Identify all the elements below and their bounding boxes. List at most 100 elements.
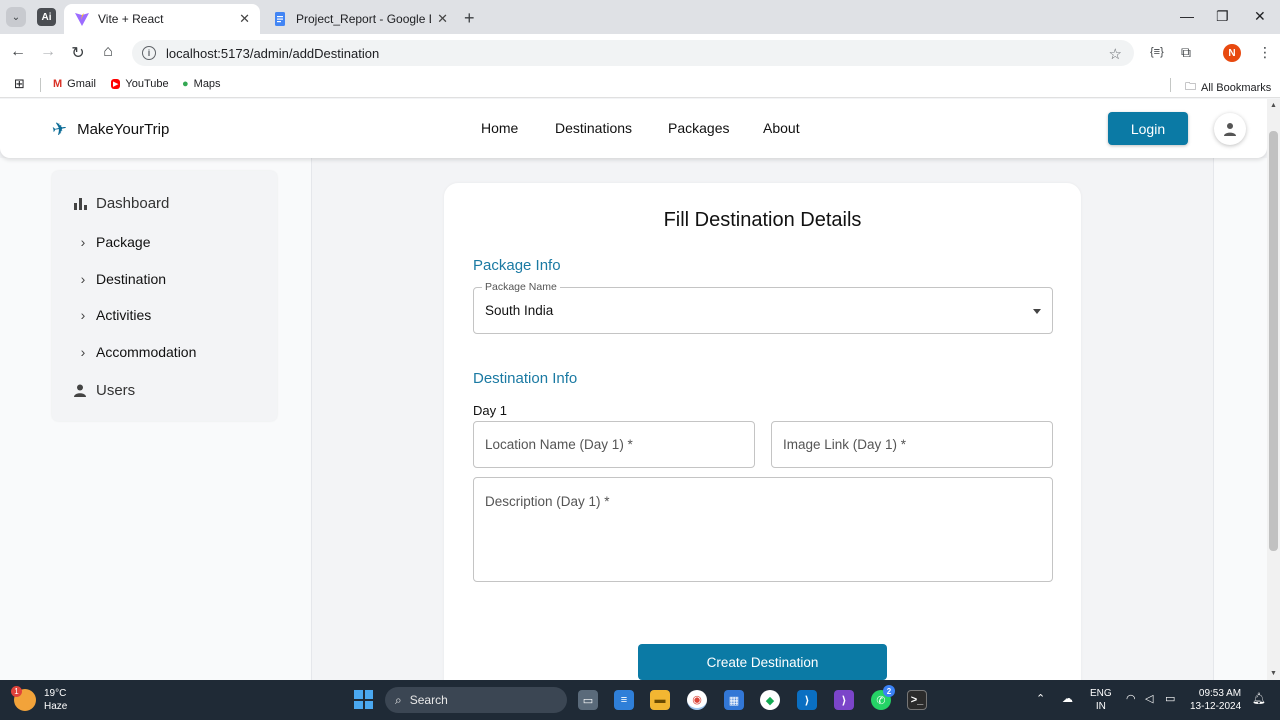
reload-icon[interactable]: ↻ bbox=[68, 43, 88, 63]
vscode-icon[interactable]: ⟩ bbox=[797, 690, 817, 710]
taskbar-search[interactable]: ⌕ Search bbox=[385, 687, 567, 713]
mongodb-compass-icon[interactable]: ◆ bbox=[760, 690, 780, 710]
day-label: Day 1 bbox=[473, 403, 507, 418]
tab-vite-react[interactable]: Vite + React ✕ bbox=[64, 4, 260, 34]
maximize-icon[interactable]: ❐ bbox=[1216, 8, 1229, 25]
package-name-label: Package Name bbox=[482, 281, 560, 293]
airplane-icon: ✈ bbox=[50, 117, 69, 141]
brand-name: MakeYourTrip bbox=[77, 121, 170, 138]
sidebar-item-dashboard[interactable]: Dashboard bbox=[72, 195, 169, 212]
scroll-down-icon[interactable]: ▼ bbox=[1270, 670, 1277, 677]
nav-about[interactable]: About bbox=[763, 120, 800, 136]
location-name-input[interactable]: Location Name (Day 1) * bbox=[473, 421, 755, 468]
tab-search-chevron-icon[interactable]: ⌄ bbox=[6, 7, 26, 27]
clock-time: 09:53 AM bbox=[1198, 688, 1242, 699]
sidebar-item-users[interactable]: Users bbox=[72, 382, 135, 399]
google-docs-icon bbox=[275, 12, 285, 26]
forward-arrow-icon[interactable]: → bbox=[38, 43, 58, 61]
scroll-up-icon[interactable]: ▲ bbox=[1270, 102, 1277, 109]
nav-home[interactable]: Home bbox=[481, 120, 518, 136]
login-button[interactable]: Login bbox=[1108, 112, 1188, 145]
minimize-icon[interactable]: — bbox=[1180, 8, 1194, 24]
user-avatar-button[interactable] bbox=[1214, 113, 1246, 145]
site-info-icon[interactable]: i bbox=[142, 46, 156, 60]
clock-date: 13-12-2024 bbox=[1190, 701, 1242, 712]
terminal-icon[interactable]: >_ bbox=[907, 690, 927, 710]
tab-google-docs[interactable]: Project_Report - Google Docs ✕ bbox=[262, 4, 458, 34]
browser-menu-icon[interactable]: ⋮ bbox=[1258, 44, 1272, 61]
chevron-right-icon: › bbox=[80, 234, 86, 250]
new-tab-plus-icon[interactable]: + bbox=[464, 8, 475, 29]
bookmark-separator bbox=[40, 78, 41, 92]
destination-form-card: Fill Destination Details Package Info Pa… bbox=[444, 183, 1081, 680]
description-textarea[interactable]: Description (Day 1) * bbox=[473, 477, 1053, 582]
form-title: Fill Destination Details bbox=[663, 209, 862, 231]
package-info-heading: Package Info bbox=[473, 257, 561, 274]
tab-title: Project_Report - Google Docs bbox=[296, 12, 431, 26]
tab-close-icon[interactable]: ✕ bbox=[239, 11, 250, 27]
microsoft-store-icon[interactable]: ▦ bbox=[724, 690, 744, 710]
all-bookmarks-label: All Bookmarks bbox=[1201, 81, 1272, 94]
system-clock[interactable]: 09:53 AM 13-12-2024 bbox=[1190, 687, 1241, 713]
whatsapp-icon[interactable]: 2 ✆ bbox=[871, 685, 895, 710]
extensions-puzzle-icon[interactable]: ⧉ bbox=[1181, 44, 1191, 61]
address-bar[interactable]: i localhost:5173/admin/addDestination ☆ bbox=[132, 40, 1134, 66]
sidebar-item-package[interactable]: › Package bbox=[78, 234, 151, 250]
visual-studio-icon[interactable]: ⟩ bbox=[834, 690, 854, 710]
file-explorer-icon[interactable]: ▬ bbox=[650, 690, 670, 710]
gmail-icon: M bbox=[53, 78, 63, 90]
home-icon[interactable]: ⌂ bbox=[98, 43, 118, 61]
weather-widget[interactable]: 1 19°C Haze bbox=[11, 686, 67, 713]
windows-start-icon[interactable] bbox=[354, 690, 373, 709]
person-icon bbox=[72, 384, 88, 397]
sidebar-item-destination[interactable]: › Destination bbox=[78, 271, 166, 287]
ai-tab-icon[interactable]: Ai bbox=[37, 8, 56, 26]
weather-badge: 1 bbox=[11, 686, 22, 697]
bookmark-gmail[interactable]: M Gmail bbox=[53, 78, 96, 90]
profile-avatar[interactable]: N bbox=[1223, 44, 1241, 62]
windows-taskbar: 1 19°C Haze ⌕ Search ▭ ≡ ▬ ◉ ▦ ◆ ⟩ ⟩ 2 ✆… bbox=[0, 680, 1280, 720]
notepad-icon[interactable]: ≡ bbox=[614, 690, 634, 710]
tray-chevron-up-icon[interactable]: ⌃ bbox=[1036, 692, 1045, 705]
task-view-icon[interactable]: ▭ bbox=[578, 690, 598, 710]
back-arrow-icon[interactable]: ← bbox=[8, 43, 28, 61]
close-window-icon[interactable]: ✕ bbox=[1254, 8, 1266, 25]
notification-bell-icon[interactable]: 🔔︎ bbox=[1252, 692, 1266, 705]
bookmark-separator bbox=[1170, 78, 1171, 92]
extension-braces-icon[interactable]: {≡} bbox=[1150, 46, 1164, 58]
language-indicator[interactable]: ENG IN bbox=[1090, 687, 1112, 713]
browser-toolbar: ← → ↻ ⌂ i localhost:5173/admin/addDestin… bbox=[0, 34, 1280, 72]
wifi-icon[interactable]: ◠ bbox=[1126, 692, 1136, 705]
brand-logo[interactable]: ✈ MakeYourTrip bbox=[50, 117, 170, 141]
sidebar-item-activities[interactable]: › Activities bbox=[78, 307, 152, 323]
language-code: ENG bbox=[1090, 688, 1112, 699]
page-scrollbar[interactable]: ▲ ▼ bbox=[1267, 99, 1280, 680]
battery-icon[interactable]: ▭ bbox=[1165, 692, 1175, 705]
taskbar-search-label: Search bbox=[409, 693, 448, 707]
all-bookmarks[interactable]: 🗀 All Bookmarks bbox=[1185, 78, 1271, 97]
volume-icon[interactable]: ◁ bbox=[1145, 692, 1153, 705]
sidebar-item-label: Activities bbox=[96, 307, 152, 323]
page-viewport: ✈ MakeYourTrip Home Destinations Package… bbox=[0, 99, 1267, 680]
right-gutter bbox=[1214, 158, 1267, 680]
image-link-input[interactable]: Image Link (Day 1) * bbox=[771, 421, 1053, 468]
vite-logo-icon bbox=[75, 13, 89, 26]
create-destination-button[interactable]: Create Destination bbox=[638, 644, 887, 680]
apps-grid-icon[interactable]: ⊞ bbox=[14, 76, 25, 92]
bookmark-label: Maps bbox=[193, 78, 221, 90]
bookmark-youtube[interactable]: ▶ YouTube bbox=[111, 78, 169, 90]
sidebar-item-accommodation[interactable]: › Accommodation bbox=[78, 344, 197, 360]
whatsapp-badge: 2 bbox=[883, 685, 895, 697]
package-name-select[interactable]: Package Name South India bbox=[473, 281, 1053, 334]
destination-info-heading: Destination Info bbox=[473, 370, 578, 387]
browser-tab-strip: ⌄ Ai Vite + React ✕ Project_Report - Goo… bbox=[0, 0, 1280, 34]
bookmark-maps[interactable]: ● Maps bbox=[182, 78, 221, 90]
onedrive-cloud-icon[interactable]: ☁ bbox=[1062, 692, 1073, 705]
scrollbar-thumb[interactable] bbox=[1269, 131, 1278, 551]
nav-destinations[interactable]: Destinations bbox=[555, 120, 632, 136]
chrome-icon[interactable]: ◉ bbox=[687, 690, 707, 710]
nav-packages[interactable]: Packages bbox=[668, 120, 729, 136]
weather-temp: 19°C bbox=[44, 688, 67, 699]
bookmark-star-icon[interactable]: ☆ bbox=[1109, 45, 1122, 63]
tab-close-icon[interactable]: ✕ bbox=[437, 11, 448, 27]
